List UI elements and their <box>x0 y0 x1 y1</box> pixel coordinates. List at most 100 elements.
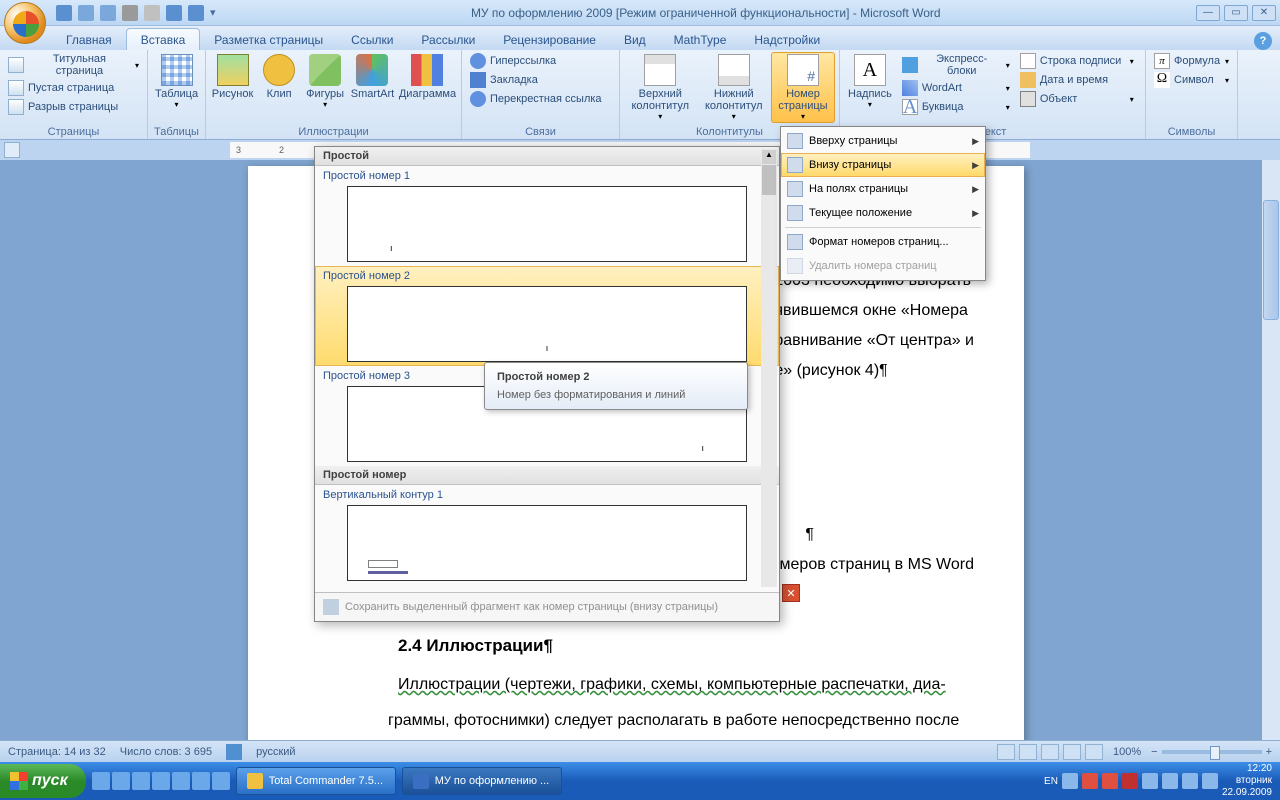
ql-icon[interactable] <box>172 772 190 790</box>
scroll-up-icon[interactable]: ▲ <box>762 150 776 164</box>
ql-icon[interactable] <box>132 772 150 790</box>
office-button[interactable] <box>4 2 46 44</box>
help-button[interactable]: ? <box>1254 32 1272 50</box>
ql-icon[interactable] <box>212 772 230 790</box>
page-break-button[interactable]: Разрыв страницы <box>4 98 143 116</box>
vertical-scrollbar[interactable] <box>1262 160 1280 740</box>
status-words[interactable]: Число слов: 3 695 <box>120 746 212 758</box>
blank-page-button[interactable]: Пустая страница <box>4 79 143 97</box>
tab-selector[interactable] <box>4 142 20 158</box>
datetime-button[interactable]: Дата и время <box>1016 71 1138 89</box>
page-top-icon <box>787 133 803 149</box>
ql-icon[interactable] <box>152 772 170 790</box>
tray-icon[interactable] <box>1062 773 1078 789</box>
tray-icon[interactable] <box>1122 773 1138 789</box>
zoom-in-button[interactable]: + <box>1266 746 1272 758</box>
tray-icon[interactable] <box>1202 773 1218 789</box>
close-button[interactable]: ✕ <box>1252 5 1276 21</box>
view-outline[interactable] <box>1063 744 1081 760</box>
gallery-item-4[interactable]: Вертикальный контур 1 <box>315 485 779 585</box>
scrollbar-thumb[interactable] <box>762 165 776 195</box>
page-number-button[interactable]: Номер страницы▾ <box>771 52 835 123</box>
undo-icon[interactable] <box>78 5 94 21</box>
ql-icon[interactable] <box>192 772 210 790</box>
footer-button[interactable]: Нижний колонтитул▾ <box>699 52 769 123</box>
close-icon[interactable]: ✕ <box>782 584 800 602</box>
menu-format-numbers[interactable]: Формат номеров страниц... <box>781 230 985 254</box>
redo-icon[interactable] <box>100 5 116 21</box>
hyperlink-button[interactable]: Гиперссылка <box>466 52 615 70</box>
view-print-layout[interactable] <box>997 744 1015 760</box>
menu-bottom-of-page[interactable]: Внизу страницы▶ <box>781 153 985 177</box>
minimize-button[interactable]: — <box>1196 5 1220 21</box>
tray-icon[interactable] <box>1102 773 1118 789</box>
menu-top-of-page[interactable]: Вверху страницы▶ <box>781 129 985 153</box>
tab-insert[interactable]: Вставка <box>126 28 201 50</box>
tab-review[interactable]: Рецензирование <box>489 29 610 50</box>
gallery-save-option[interactable]: Сохранить выделенный фрагмент как номер … <box>315 592 779 621</box>
tray-icon[interactable] <box>1142 773 1158 789</box>
tooltip: Простой номер 2 Номер без форматирования… <box>484 362 748 410</box>
tray-icon[interactable] <box>1162 773 1178 789</box>
status-page[interactable]: Страница: 14 из 32 <box>8 746 106 758</box>
header-button[interactable]: Верхний колонтитул▾ <box>624 52 697 123</box>
gallery-item-1[interactable]: Простой номер 1 ı <box>315 166 779 266</box>
menu-remove-numbers[interactable]: Удалить номера страниц <box>781 254 985 278</box>
chart-button[interactable]: Диаграмма <box>398 52 457 102</box>
save-icon[interactable] <box>56 5 72 21</box>
table-button[interactable]: Таблица▾ <box>152 52 201 111</box>
scrollbar-thumb[interactable] <box>1263 200 1279 320</box>
cover-page-button[interactable]: Титульная страница▾ <box>4 52 143 78</box>
qat-icon[interactable] <box>166 5 182 21</box>
zoom-out-button[interactable]: − <box>1151 746 1157 758</box>
menu-page-margins[interactable]: На полях страницы▶ <box>781 177 985 201</box>
crossref-button[interactable]: Перекрестная ссылка <box>466 90 615 108</box>
tab-references[interactable]: Ссылки <box>337 29 407 50</box>
clock[interactable]: 12:20 вторник 22.09.2009 <box>1222 763 1272 799</box>
tray-icon[interactable] <box>1082 773 1098 789</box>
shapes-button[interactable]: Фигуры▾ <box>303 52 347 111</box>
bookmark-button[interactable]: Закладка <box>466 71 615 89</box>
object-button[interactable]: Объект▾ <box>1016 90 1138 108</box>
language-indicator[interactable]: EN <box>1044 776 1058 787</box>
symbol-button[interactable]: ΩСимвол▾ <box>1150 71 1233 89</box>
view-web[interactable] <box>1041 744 1059 760</box>
tab-mailings[interactable]: Рассылки <box>407 29 489 50</box>
picture-button[interactable]: Рисунок <box>210 52 255 102</box>
tray-icon[interactable] <box>1182 773 1198 789</box>
tab-addins[interactable]: Надстройки <box>740 29 834 50</box>
group-illus: Иллюстрации <box>210 125 457 139</box>
smartart-button[interactable]: SmartArt <box>349 52 396 102</box>
ql-icon[interactable] <box>92 772 110 790</box>
preview-icon[interactable] <box>144 5 160 21</box>
view-draft[interactable] <box>1085 744 1103 760</box>
status-proofing-icon[interactable] <box>226 744 242 760</box>
print-icon[interactable] <box>122 5 138 21</box>
zoom-slider[interactable] <box>1162 750 1262 754</box>
ql-icon[interactable] <box>112 772 130 790</box>
tab-mathtype[interactable]: MathType <box>660 29 741 50</box>
tab-layout[interactable]: Разметка страницы <box>200 29 337 50</box>
textbox-button[interactable]: AНадпись▾ <box>844 52 896 111</box>
view-full-screen[interactable] <box>1019 744 1037 760</box>
equation-button[interactable]: πФормула▾ <box>1150 52 1233 70</box>
signature-button[interactable]: Строка подписи▾ <box>1016 52 1138 70</box>
wordart-button[interactable]: WordArt▾ <box>898 79 1014 97</box>
menu-current-position[interactable]: Текущее положение▶ <box>781 201 985 225</box>
zoom-level[interactable]: 100% <box>1113 746 1141 758</box>
qat-icon[interactable] <box>188 5 204 21</box>
dropcap-button[interactable]: AБуквица▾ <box>898 98 1014 116</box>
start-button[interactable]: пуск <box>0 764 86 798</box>
gallery-category: Простой <box>315 147 779 166</box>
taskbar-app-word[interactable]: МУ по оформлению ... <box>402 767 562 795</box>
taskbar-app-totalcmd[interactable]: Total Commander 7.5... <box>236 767 396 795</box>
tab-view[interactable]: Вид <box>610 29 660 50</box>
gallery-scrollbar[interactable]: ▲ <box>761 149 777 587</box>
quickparts-button[interactable]: Экспресс-блоки▾ <box>898 52 1014 78</box>
ribbon-tabs: Главная Вставка Разметка страницы Ссылки… <box>0 26 1280 50</box>
clipart-button[interactable]: Клип <box>257 52 301 102</box>
gallery-item-2[interactable]: Простой номер 2 ı <box>315 266 779 366</box>
tab-home[interactable]: Главная <box>52 29 126 50</box>
status-language[interactable]: русский <box>256 746 295 758</box>
maximize-button[interactable]: ▭ <box>1224 5 1248 21</box>
